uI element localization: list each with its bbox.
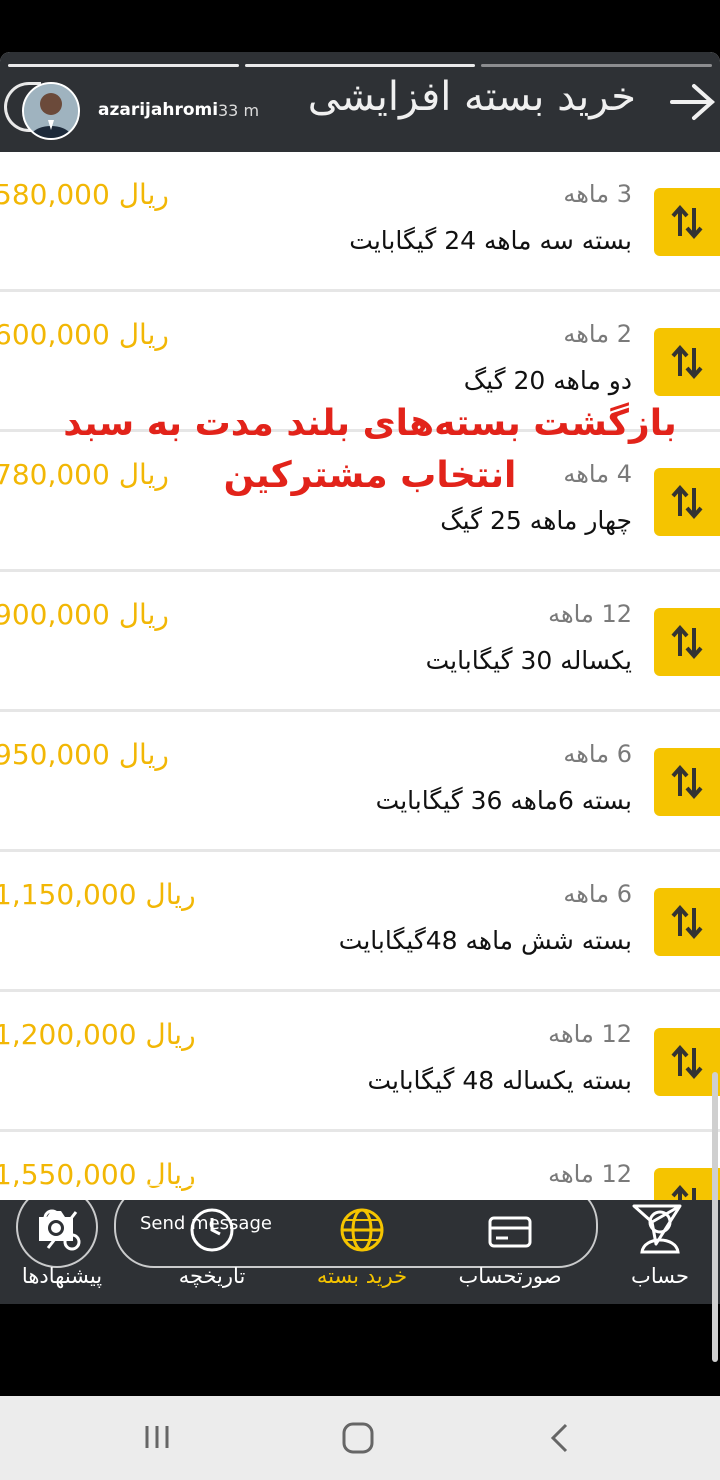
package-badge: [654, 1028, 720, 1096]
package-duration: 3 ماهه: [563, 180, 632, 208]
send-message-placeholder: Send message: [140, 1213, 272, 1234]
package-price: 580,000 ریال: [0, 178, 169, 211]
caption-line: بازگشت بسته‌های بلند مدت به سبد: [63, 403, 677, 444]
package-duration: 6 ماهه: [563, 880, 632, 908]
package-list: 580,000 ریال 3 ماهه بسته سه ماهه 24 گیگا…: [0, 152, 720, 1200]
package-name: بسته سه ماهه 24 گیگابایت: [349, 226, 632, 255]
send-message-input[interactable]: Send message: [114, 1184, 598, 1268]
up-down-arrows-icon: [671, 904, 703, 940]
package-row[interactable]: 580,000 ریال 3 ماهه بسته سه ماهه 24 گیگا…: [0, 152, 720, 292]
package-name: بسته شش ماهه 48گیگابایت: [338, 926, 632, 955]
package-badge: [654, 328, 720, 396]
home-icon[interactable]: [340, 1422, 376, 1454]
nav-label: حساب: [631, 1264, 689, 1288]
story-username[interactable]: azarijahromi: [98, 100, 218, 120]
package-price: 600,000 ریال: [0, 318, 169, 351]
package-name: یکساله 30 گیگابایت: [425, 646, 632, 675]
package-badge: [654, 608, 720, 676]
back-arrow-icon[interactable]: [668, 80, 718, 124]
camera-button[interactable]: [16, 1186, 98, 1268]
package-badge: [654, 748, 720, 816]
up-down-arrows-icon: [671, 344, 703, 380]
page-title: خرید بسته افزایشی: [307, 74, 636, 120]
package-name: بسته 6ماهه 36 گیگابایت: [375, 786, 632, 815]
package-badge: [654, 1168, 720, 1200]
story-time: 33 m: [218, 101, 260, 120]
package-row[interactable]: 1,200,000 ریال 12 ماهه بسته یکساله 48 گی…: [0, 992, 720, 1132]
progress-segment: [481, 64, 713, 67]
package-duration: 12 ماهه: [548, 600, 632, 628]
caption-line: انتخاب مشترکین: [223, 455, 517, 496]
progress-segment: [8, 64, 239, 67]
package-badge: [654, 188, 720, 256]
story-footer: [0, 1304, 720, 1396]
scroll-indicator: [712, 1072, 718, 1362]
up-down-arrows-icon: [671, 1044, 703, 1080]
package-price: 1,150,000 ریال: [0, 878, 196, 911]
back-icon[interactable]: [546, 1422, 574, 1454]
package-row[interactable]: 950,000 ریال 6 ماهه بسته 6ماهه 36 گیگابا…: [0, 712, 720, 852]
package-row[interactable]: 900,000 ریال 12 ماهه یکساله 30 گیگابایت: [0, 572, 720, 712]
direct-send-icon[interactable]: [630, 1200, 684, 1248]
progress-segment: [244, 64, 476, 67]
recent-apps-icon[interactable]: [140, 1422, 174, 1452]
up-down-arrows-icon: [671, 1184, 696, 1200]
package-name: بسته یکساله 48 گیگابایت: [367, 1066, 632, 1095]
story-progress: [8, 64, 713, 67]
up-down-arrows-icon: [671, 624, 703, 660]
package-row[interactable]: 1,150,000 ریال 6 ماهه بسته شش ماهه 48گیگ…: [0, 852, 720, 992]
avatar[interactable]: [22, 82, 80, 140]
camera-icon: [39, 1211, 73, 1241]
package-duration: 6 ماهه: [563, 740, 632, 768]
package-name: چهار ماهه 25 گیگ: [440, 506, 632, 535]
package-price: 900,000 ریال: [0, 598, 169, 631]
android-nav-bar: [0, 1396, 720, 1480]
package-duration: 12 ماهه: [548, 1020, 632, 1048]
package-badge: [654, 888, 720, 956]
package-duration: 2 ماهه: [563, 320, 632, 348]
story-caption: بازگشت بسته‌های بلند مدت به سبد انتخاب م…: [60, 398, 680, 502]
package-price: 1,200,000 ریال: [0, 1018, 196, 1051]
package-price: 950,000 ریال: [0, 738, 169, 771]
profile-photo-icon: [24, 84, 78, 138]
package-name: دو ماهه 20 گیگ: [463, 366, 632, 395]
up-down-arrows-icon: [671, 204, 703, 240]
up-down-arrows-icon: [671, 764, 703, 800]
